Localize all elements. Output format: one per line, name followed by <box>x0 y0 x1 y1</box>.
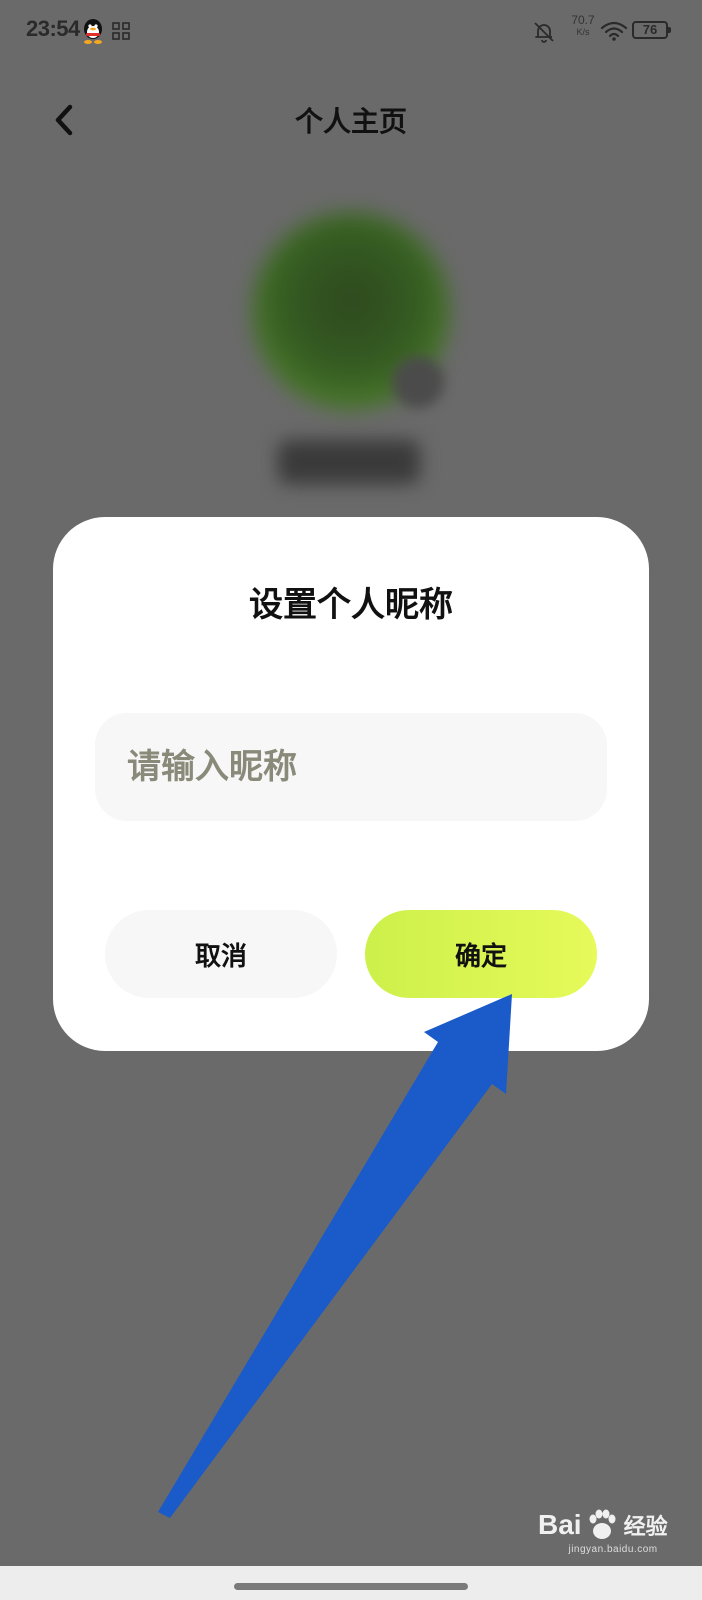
avatar-edit-badge <box>392 356 444 408</box>
page-title: 个人主页 <box>294 105 407 138</box>
baidu-jingyan-watermark: Bai 经验 jingyan.baidu.com <box>538 1500 668 1555</box>
dialog-title: 设置个人昵称 <box>249 585 453 625</box>
watermark-brand-prefix: Bai <box>538 1509 582 1540</box>
status-time: 23:54 <box>26 16 80 41</box>
qr-code-icon <box>112 22 130 40</box>
watermark-url: jingyan.baidu.com <box>568 1544 658 1555</box>
battery-icon: 76 <box>632 21 671 39</box>
set-nickname-dialog: 设置个人昵称 取消 确定 <box>53 517 649 1051</box>
baidu-paw-logo <box>589 1509 616 1539</box>
bell-off-icon <box>534 22 554 43</box>
battery-level: 76 <box>642 22 658 37</box>
profile-nickname <box>278 440 420 484</box>
cancel-button[interactable]: 取消 <box>105 910 337 998</box>
network-speed-value: 70.7 <box>571 13 595 27</box>
network-speed-unit: K/s <box>576 27 590 37</box>
qq-icon <box>84 19 102 44</box>
network-speed: 70.7 K/s <box>566 14 600 37</box>
watermark-brand-suffix: 经验 <box>623 1515 668 1540</box>
annotation-arrow-shape <box>158 994 512 1518</box>
home-indicator[interactable] <box>234 1583 468 1590</box>
wifi-icon <box>600 21 628 41</box>
status-bar: 23:54 70.7 K/s 76 <box>0 0 702 64</box>
nickname-input[interactable] <box>95 713 607 821</box>
confirm-button[interactable]: 确定 <box>365 910 597 998</box>
